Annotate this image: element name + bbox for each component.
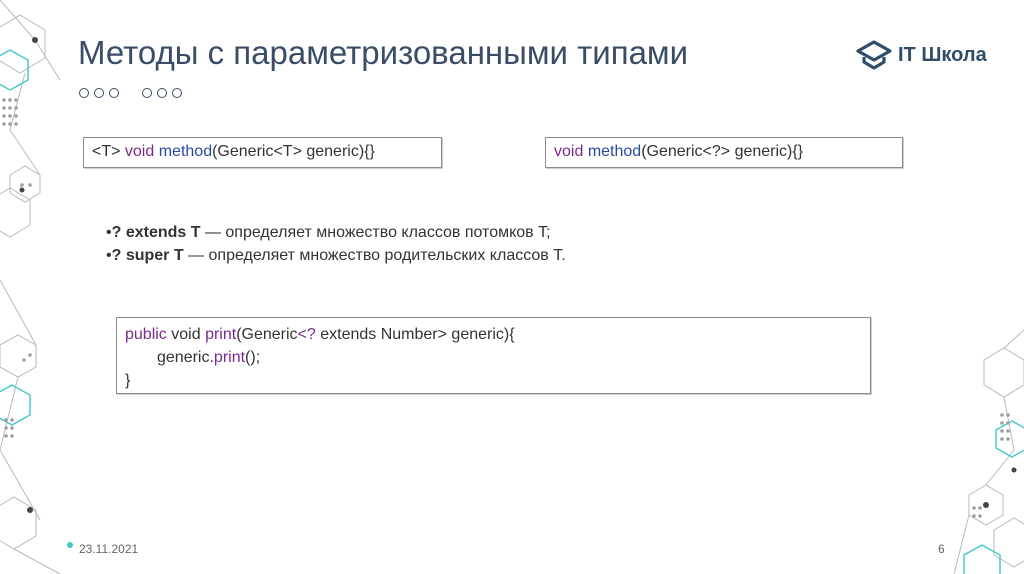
logo-graduation-cap-icon (856, 40, 892, 70)
code-box-print-example: public void print(Generic<? extends Numb… (116, 317, 871, 394)
code-text: extends Number> generic){ (315, 326, 515, 343)
code-text: (Generic<T> generic){} (212, 143, 375, 160)
code-text: (Generic (236, 326, 298, 343)
bullet-bold: ? extends T (111, 224, 201, 241)
code-method-name: print (213, 349, 246, 366)
code-method-name: method (587, 143, 642, 160)
bullet-list: •? extends T — определяет множество клас… (106, 221, 566, 267)
code-text: (Generic<?> generic){} (641, 143, 804, 160)
code-keyword: void (554, 143, 584, 160)
circle-icon (79, 88, 89, 98)
circle-icon (94, 88, 104, 98)
bullet-item-extends: •? extends T — определяет множество клас… (106, 221, 566, 244)
bullet-item-super: •? super T — определяет множество родите… (106, 244, 566, 267)
logo-text: IT Школа (898, 43, 987, 66)
code-keyword: void (124, 143, 155, 160)
circle-icon (142, 88, 152, 98)
code-line: generic.print(); (125, 346, 862, 369)
code-box-generic-t: <T> void method(Generic<T> generic){} (83, 137, 442, 168)
code-text: (); (245, 349, 261, 366)
bullet-text: — определяет множество родительских клас… (183, 247, 566, 264)
code-box-generic-wildcard: void method(Generic<?> generic){} (545, 137, 903, 168)
code-text: void (166, 326, 206, 343)
code-text: <T> (92, 143, 125, 160)
code-text: generic. (157, 349, 214, 366)
decorative-circles (79, 88, 200, 98)
page-number: 6 (938, 542, 945, 556)
code-line: public void print(Generic<? extends Numb… (125, 323, 862, 346)
left-decoration-network (0, 0, 73, 574)
bullet-bold: ? super T (111, 247, 184, 264)
code-text: } (125, 372, 131, 389)
circle-icon (109, 88, 119, 98)
it-school-logo: IT Школа (856, 37, 987, 73)
code-method-name: print (205, 326, 237, 343)
code-keyword: public (125, 326, 167, 343)
slide-title: Методы с параметризованными типами (78, 34, 689, 71)
code-keyword: <? (297, 326, 316, 343)
bullet-text: — определяет множество классов потомков … (200, 224, 551, 241)
circle-icon (172, 88, 182, 98)
circle-icon (157, 88, 167, 98)
right-decoration-network (953, 330, 1024, 574)
code-line: } (125, 369, 862, 392)
code-method-name: method (158, 143, 213, 160)
slide-date: 23.11.2021 (79, 542, 139, 556)
